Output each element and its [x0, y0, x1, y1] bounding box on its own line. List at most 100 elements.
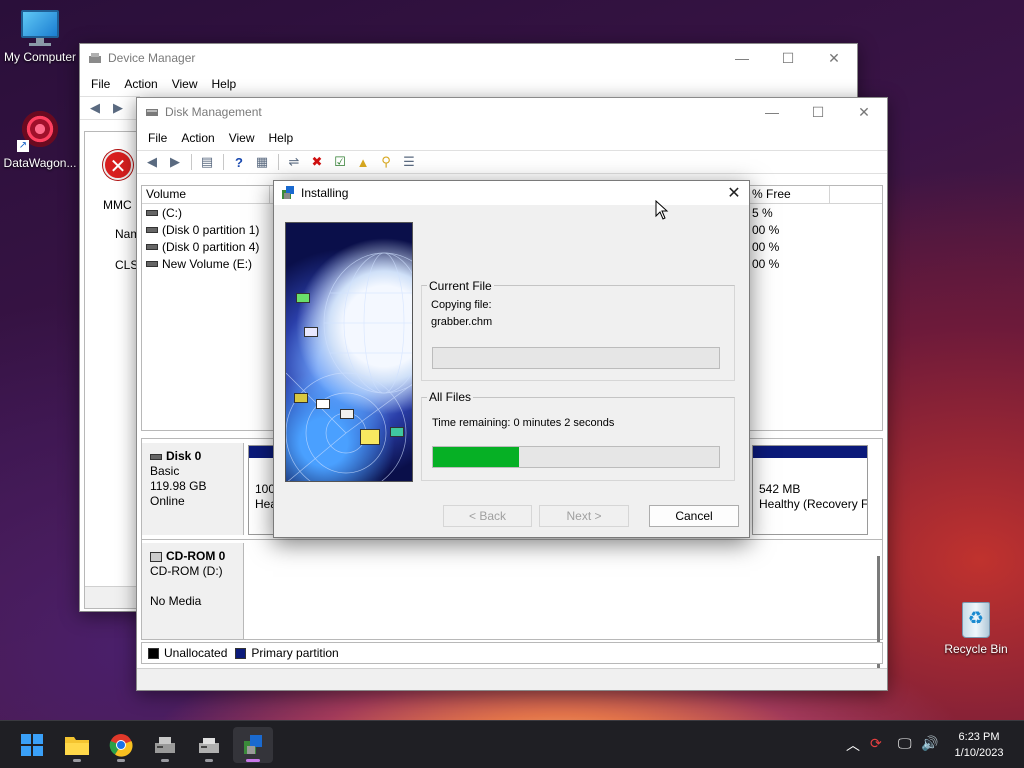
drive-icon — [146, 243, 158, 250]
properties-icon[interactable]: ▦ — [251, 152, 273, 172]
volume-name: (Disk 0 partition 1) — [162, 222, 260, 237]
menu-help[interactable]: Help — [205, 77, 244, 91]
minimize-button[interactable]: — — [719, 44, 765, 72]
network-icon[interactable]: 🖵 — [898, 735, 912, 752]
folder-up-icon[interactable]: ▲ — [352, 152, 374, 172]
installing-titlebar: Installing ✕ — [274, 181, 749, 205]
installer-icon — [282, 186, 294, 199]
partition-size: 100 — [255, 482, 276, 496]
drive-icon — [146, 226, 158, 233]
close-button[interactable]: ✕ — [811, 44, 857, 72]
back-arrow-icon[interactable]: ◀ — [141, 152, 163, 172]
taskbar-chrome[interactable] — [101, 727, 141, 763]
cancel-button[interactable]: Cancel — [649, 505, 739, 527]
desktop-icon-label: My Computer — [3, 50, 77, 64]
back-arrow-icon[interactable]: ◀ — [84, 98, 106, 118]
time-remaining-text: Time remaining: 0 minutes 2 seconds — [432, 417, 615, 429]
menu-help[interactable]: Help — [262, 131, 301, 145]
back-button[interactable]: < Back — [443, 505, 532, 527]
desktop-icon-recycle-bin[interactable]: ♻ Recycle Bin — [936, 598, 1016, 656]
cdrom-0-name: CD-ROM 0 — [166, 549, 226, 563]
drive-icon — [146, 209, 158, 216]
menu-view[interactable]: View — [222, 131, 262, 145]
device-manager-menubar: File Action View Help — [80, 72, 857, 96]
cdrom-0-type: CD-ROM (D:) — [150, 564, 223, 578]
menu-action[interactable]: Action — [117, 77, 164, 91]
cdrom-icon — [150, 551, 162, 562]
current-file-label: Current File — [427, 279, 494, 293]
disk-management-toolbar: ◀ ▶ ▤ ? ▦ ⇌ ✖ ☑ ▲ ⚲ ☰ — [137, 150, 887, 174]
device-manager-toolbar: ◀ ▶ — [80, 96, 140, 120]
start-button[interactable] — [12, 727, 52, 763]
column-free[interactable]: % Free — [748, 186, 830, 203]
disk-0-label[interactable]: Disk 0 Basic 119.98 GB Online — [142, 443, 244, 535]
delete-icon[interactable]: ✖ — [306, 152, 328, 172]
next-button[interactable]: Next > — [539, 505, 629, 527]
close-button[interactable]: ✕ — [719, 183, 749, 203]
dialog-title: Installing — [301, 186, 349, 200]
volume-free: 5 % — [752, 205, 773, 220]
desktop-icon-label: DataWagon... — [3, 156, 77, 170]
search-folder-icon[interactable]: ⚲ — [375, 152, 397, 172]
recycle-bin-icon: ♻ — [958, 598, 994, 638]
current-file-name: grabber.chm — [431, 316, 493, 328]
list-view-icon[interactable]: ☰ — [398, 152, 420, 172]
maximize-button[interactable]: ☐ — [795, 98, 841, 126]
disk-management-titlebar: Disk Management — ☐ ✕ — [137, 98, 887, 126]
forward-arrow-icon[interactable]: ▶ — [164, 152, 186, 172]
connect-icon[interactable]: ⇌ — [283, 152, 305, 172]
clock-time: 6:23 PM — [958, 731, 1000, 743]
sync-icon[interactable]: ⟳ — [870, 735, 882, 752]
disk-icon — [150, 453, 162, 460]
menu-action[interactable]: Action — [174, 131, 221, 145]
error-icon: ✕ — [103, 150, 133, 180]
desktop-icon-my-computer[interactable]: My Computer — [0, 10, 80, 64]
drive-icon — [146, 260, 158, 267]
copying-file-label: Copying file: — [431, 299, 492, 311]
cdrom-0-status: No Media — [150, 594, 202, 608]
maximize-button[interactable]: ☐ — [765, 44, 811, 72]
device-manager-icon — [89, 53, 101, 63]
menu-view[interactable]: View — [165, 77, 205, 91]
disk-0-partition-recovery[interactable]: 542 MB Healthy (Recovery F — [752, 445, 868, 535]
taskbar-installer[interactable] — [233, 727, 273, 763]
taskbar-device-manager[interactable] — [145, 727, 185, 763]
forward-arrow-icon[interactable]: ▶ — [107, 98, 129, 118]
taskbar: ︿ ⟳ 🖵 🔊 6:23 PM 1/10/2023 — [0, 720, 1024, 768]
menu-file[interactable]: File — [141, 131, 174, 145]
unallocated-swatch — [148, 647, 159, 659]
minimize-button[interactable]: — — [749, 98, 795, 126]
help-icon[interactable]: ? — [228, 152, 250, 172]
start-icon — [21, 734, 43, 756]
mmc-text: MMC — [103, 198, 132, 212]
desktop-icon-datawagon[interactable]: ↗ DataWagon... — [0, 106, 80, 170]
desktop-icon-label: Recycle Bin — [944, 642, 1008, 656]
installer-icon — [244, 735, 262, 754]
taskbar-disk-management[interactable] — [189, 727, 229, 763]
column-volume[interactable]: Volume — [142, 186, 270, 203]
show-hidden-icons-chevron-icon[interactable]: ︿ — [846, 735, 860, 755]
cube-decoration — [316, 399, 330, 409]
volume-free: 00 % — [752, 239, 780, 254]
check-icon[interactable]: ☑ — [329, 152, 351, 172]
disk-0-name: Disk 0 — [166, 449, 202, 463]
taskbar-file-explorer[interactable] — [57, 727, 97, 763]
disk-management-icon — [146, 109, 158, 116]
volume-free: 00 % — [752, 222, 780, 237]
partition-size: 542 MB — [759, 482, 801, 496]
cube-decoration — [360, 429, 380, 445]
console-tree-icon[interactable]: ▤ — [196, 152, 218, 172]
cdrom-0-label[interactable]: CD-ROM 0 CD-ROM (D:) No Media — [142, 543, 244, 639]
cube-decoration — [296, 293, 310, 303]
volume-icon[interactable]: 🔊 — [921, 735, 938, 752]
all-files-label: All Files — [427, 390, 474, 404]
disk-divider — [142, 539, 882, 540]
taskbar-clock[interactable]: 6:23 PM 1/10/2023 — [944, 729, 1014, 761]
menu-file[interactable]: File — [84, 77, 117, 91]
legend: Unallocated Primary partition — [141, 642, 883, 664]
legend-primary: Primary partition — [251, 646, 339, 660]
close-button[interactable]: ✕ — [841, 98, 887, 126]
volume-name: New Volume (E:) — [162, 256, 253, 271]
device-manager-content: ✕ MMC Nam CLSI — [84, 131, 142, 609]
all-files-group — [421, 397, 735, 481]
